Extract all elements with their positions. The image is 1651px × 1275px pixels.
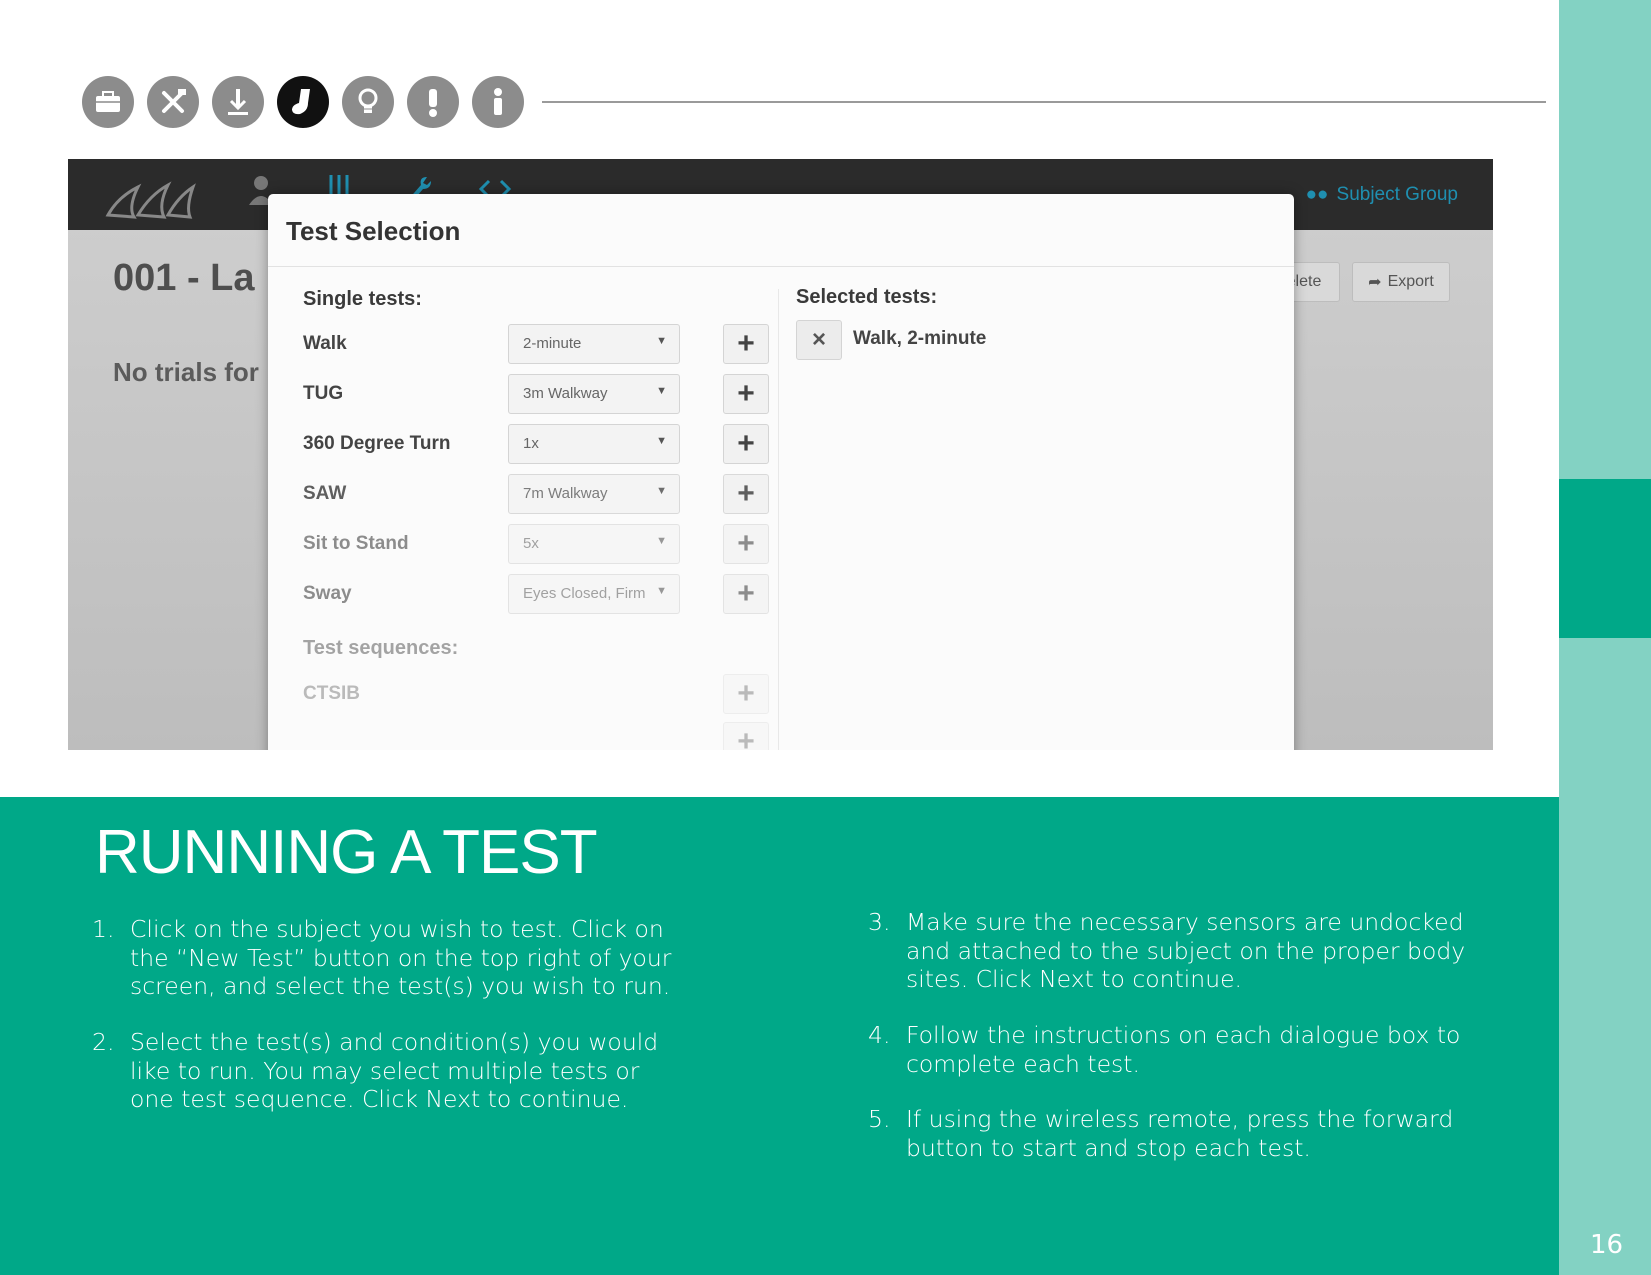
add-sequence-button[interactable]: + [723, 722, 769, 750]
info-icon[interactable] [472, 76, 524, 128]
lightbulb-icon[interactable] [342, 76, 394, 128]
test-selection-dialog: Test Selection Single tests: Walk 2-minu… [268, 194, 1294, 750]
app-logo [105, 181, 196, 219]
caret-down-icon: ▼ [656, 385, 667, 397]
caret-down-icon: ▼ [656, 585, 667, 597]
caret-down-icon: ▼ [656, 485, 667, 497]
plus-icon: + [737, 577, 755, 610]
step-1: 1. Click on the subject you wish to test… [92, 915, 672, 1000]
add-test-button[interactable]: + [723, 574, 769, 614]
test-row-tug: TUG 3m Walkway ▼ + [303, 374, 773, 414]
test-name: Sit to Stand [303, 533, 409, 554]
sock-icon[interactable] [277, 76, 329, 128]
plus-icon: + [737, 527, 755, 560]
test-name: Sway [303, 583, 352, 604]
no-trials-text: No trials for [113, 357, 259, 387]
step-4: 4. Follow the instructions on each dialo… [868, 1021, 1461, 1078]
group-icon: ●● [1305, 184, 1329, 205]
plus-icon: + [737, 725, 755, 750]
caret-down-icon: ▼ [656, 535, 667, 547]
column-divider [778, 289, 779, 750]
add-test-button[interactable]: + [723, 524, 769, 564]
header-rule [542, 101, 1546, 103]
dialog-title: Test Selection [286, 216, 461, 246]
section-icon-row [82, 76, 524, 128]
close-icon: × [811, 326, 826, 353]
condition-select[interactable]: 5x ▼ [508, 524, 680, 564]
condition-select[interactable]: 2-minute ▼ [508, 324, 680, 364]
condition-select[interactable]: 7m Walkway ▼ [508, 474, 680, 514]
test-row-sway: Sway Eyes Closed, Firm ▼ + [303, 574, 773, 614]
export-button[interactable]: ➦ Export [1352, 262, 1450, 302]
test-row-saw: SAW 7m Walkway ▼ + [303, 474, 773, 514]
test-name: 360 Degree Turn [303, 433, 451, 454]
exclamation-icon[interactable] [407, 76, 459, 128]
add-sequence-button[interactable]: + [723, 674, 769, 714]
section-tab [1559, 479, 1651, 638]
caret-down-icon: ▼ [656, 335, 667, 347]
dialog-divider [268, 266, 1294, 267]
caret-down-icon: ▼ [656, 435, 667, 447]
step-3: 3. Make sure the necessary sensors are u… [868, 908, 1466, 993]
tools-icon[interactable] [147, 76, 199, 128]
test-row-sit-to-stand: Sit to Stand 5x ▼ + [303, 524, 773, 564]
remove-test-button[interactable]: × [796, 320, 842, 360]
add-test-button[interactable]: + [723, 324, 769, 364]
test-row-360-turn: 360 Degree Turn 1x ▼ + [303, 424, 773, 464]
condition-select[interactable]: 3m Walkway ▼ [508, 374, 680, 414]
single-tests-label: Single tests: [303, 288, 422, 310]
plus-icon: + [737, 477, 755, 510]
add-test-button[interactable]: + [723, 424, 769, 464]
test-row-walk: Walk 2-minute ▼ + [303, 324, 773, 364]
test-name: SAW [303, 483, 347, 504]
app-screenshot: ●● Subject Group 001 - La No trials for e… [68, 159, 1493, 750]
sequence-name: CTSIB [303, 683, 360, 704]
instructions-section: RUNNING A TEST 1. Click on the subject y… [0, 797, 1559, 1275]
add-test-button[interactable]: + [723, 374, 769, 414]
test-name: TUG [303, 383, 344, 404]
condition-select[interactable]: Eyes Closed, Firm ▼ [508, 574, 680, 614]
section-heading: RUNNING A TEST [95, 818, 598, 887]
share-arrow-icon: ➦ [1368, 274, 1382, 291]
subject-group-link[interactable]: ●● Subject Group [1306, 184, 1458, 206]
plus-icon: + [737, 677, 755, 710]
test-name: Walk [303, 333, 347, 354]
step-2: 2. Select the test(s) and condition(s) y… [92, 1028, 659, 1113]
briefcase-icon[interactable] [82, 76, 134, 128]
page-number: 16 [1590, 1230, 1624, 1260]
sequence-row-ctsib: CTSIB + [303, 674, 773, 714]
plus-icon: + [737, 377, 755, 410]
plus-icon: + [737, 427, 755, 460]
plus-icon: + [737, 327, 755, 360]
selected-test-name: Walk, 2-minute [853, 328, 987, 349]
sequence-row-next: + [303, 722, 773, 750]
add-test-button[interactable]: + [723, 474, 769, 514]
subject-title: 001 - La [113, 257, 255, 299]
condition-select[interactable]: 1x ▼ [508, 424, 680, 464]
step-5: 5. If using the wireless remote, press t… [868, 1105, 1454, 1162]
selected-tests-label: Selected tests: [796, 286, 938, 308]
download-icon[interactable] [212, 76, 264, 128]
test-sequences-label: Test sequences: [303, 637, 459, 659]
